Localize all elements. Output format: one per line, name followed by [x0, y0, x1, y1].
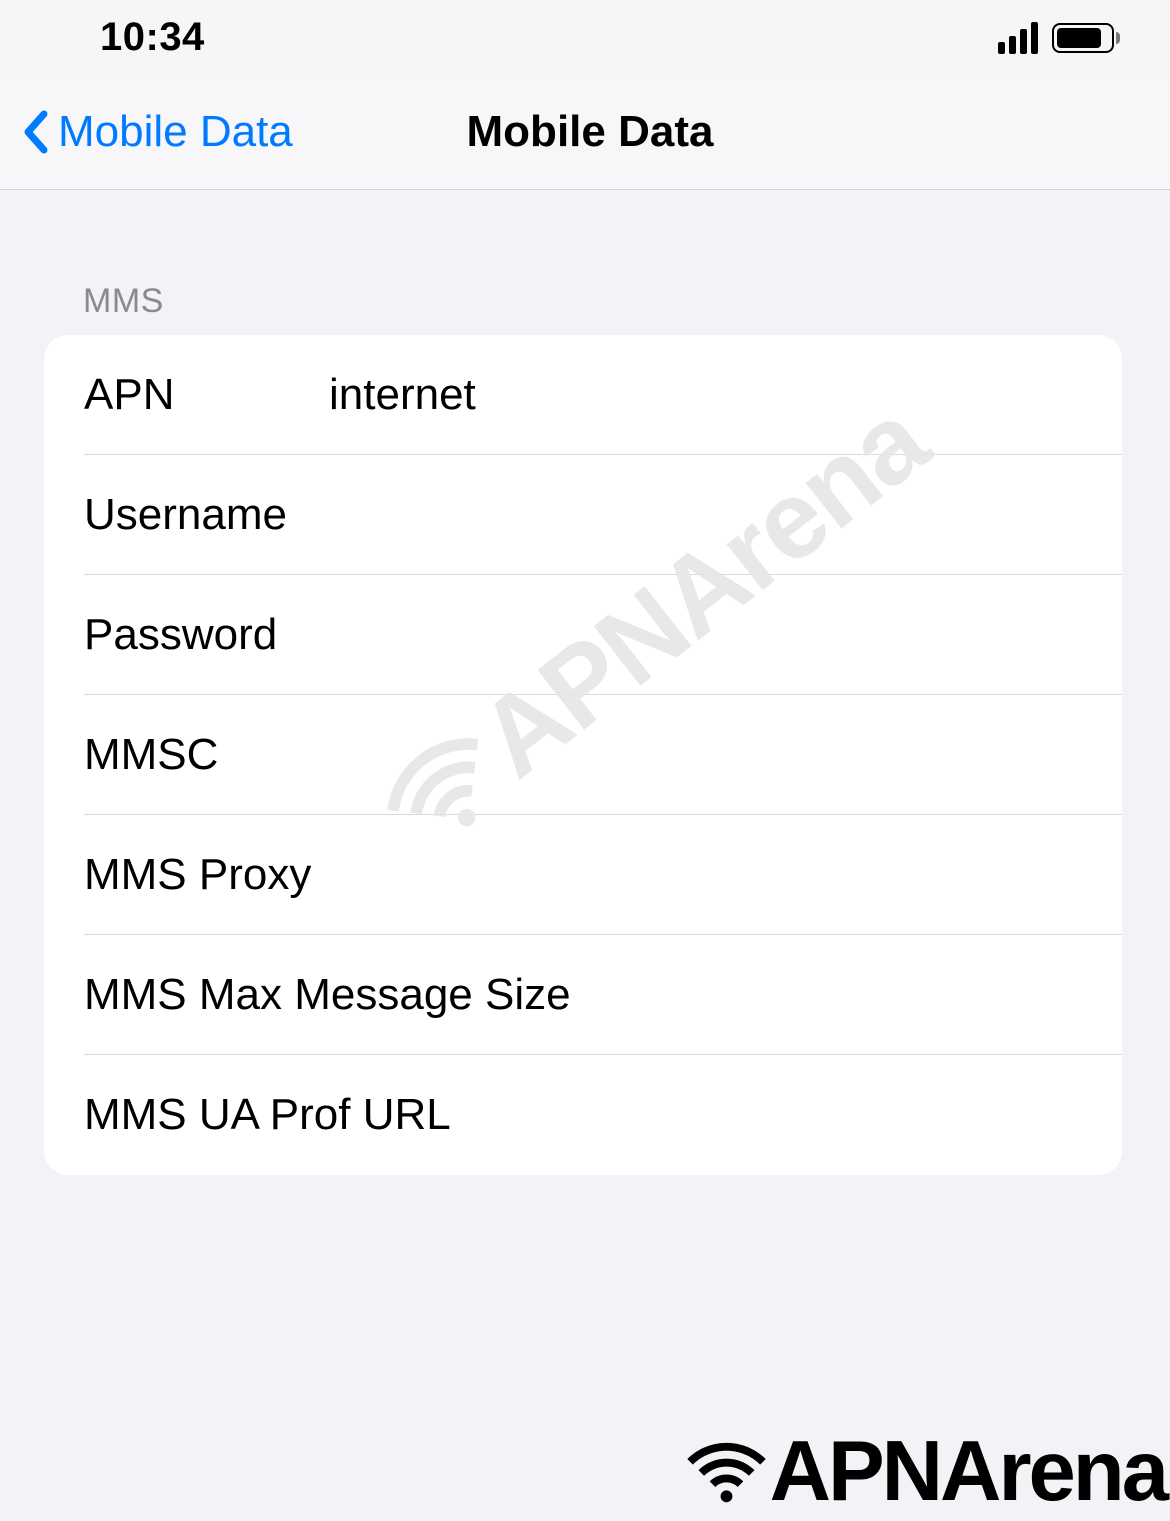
row-label: Password	[84, 610, 329, 660]
mms-max-size-input[interactable]	[571, 970, 1122, 1020]
row-label: APN	[84, 370, 329, 420]
row-label: MMS UA Prof URL	[84, 1090, 451, 1140]
row-mms-max-message-size[interactable]: MMS Max Message Size	[44, 935, 1122, 1055]
nav-header: Mobile Data Mobile Data	[0, 75, 1170, 190]
status-bar: 10:34	[0, 0, 1170, 75]
row-label: MMS Proxy	[84, 850, 311, 900]
apn-input[interactable]	[329, 370, 1082, 420]
back-button[interactable]: Mobile Data	[0, 107, 293, 157]
battery-icon	[1052, 23, 1120, 53]
wifi-icon	[679, 1425, 774, 1520]
row-label: Username	[84, 490, 329, 540]
footer-logo: APNArena	[679, 1423, 1170, 1521]
username-input[interactable]	[329, 490, 1082, 540]
row-username[interactable]: Username	[44, 455, 1122, 575]
back-label: Mobile Data	[58, 107, 293, 157]
chevron-left-icon	[22, 110, 48, 154]
section-header-mms: MMS	[83, 282, 1170, 321]
row-mms-ua-prof-url[interactable]: MMS UA Prof URL	[44, 1055, 1122, 1175]
row-label: MMS Max Message Size	[84, 970, 571, 1020]
settings-group-mms: APN Username Password MMSC MMS Proxy MMS…	[44, 335, 1122, 1175]
row-apn[interactable]: APN	[44, 335, 1122, 455]
signal-icon	[998, 22, 1038, 54]
row-mms-proxy[interactable]: MMS Proxy	[44, 815, 1122, 935]
status-icons	[998, 22, 1120, 54]
status-time: 10:34	[100, 15, 205, 60]
row-password[interactable]: Password	[44, 575, 1122, 695]
row-label: MMSC	[84, 730, 329, 780]
footer-text: APNArena	[770, 1423, 1166, 1521]
row-mmsc[interactable]: MMSC	[44, 695, 1122, 815]
mms-proxy-input[interactable]	[311, 850, 1082, 900]
page-title: Mobile Data	[457, 107, 714, 157]
mms-ua-prof-input[interactable]	[451, 1090, 1082, 1140]
mmsc-input[interactable]	[329, 730, 1082, 780]
password-input[interactable]	[329, 610, 1082, 660]
